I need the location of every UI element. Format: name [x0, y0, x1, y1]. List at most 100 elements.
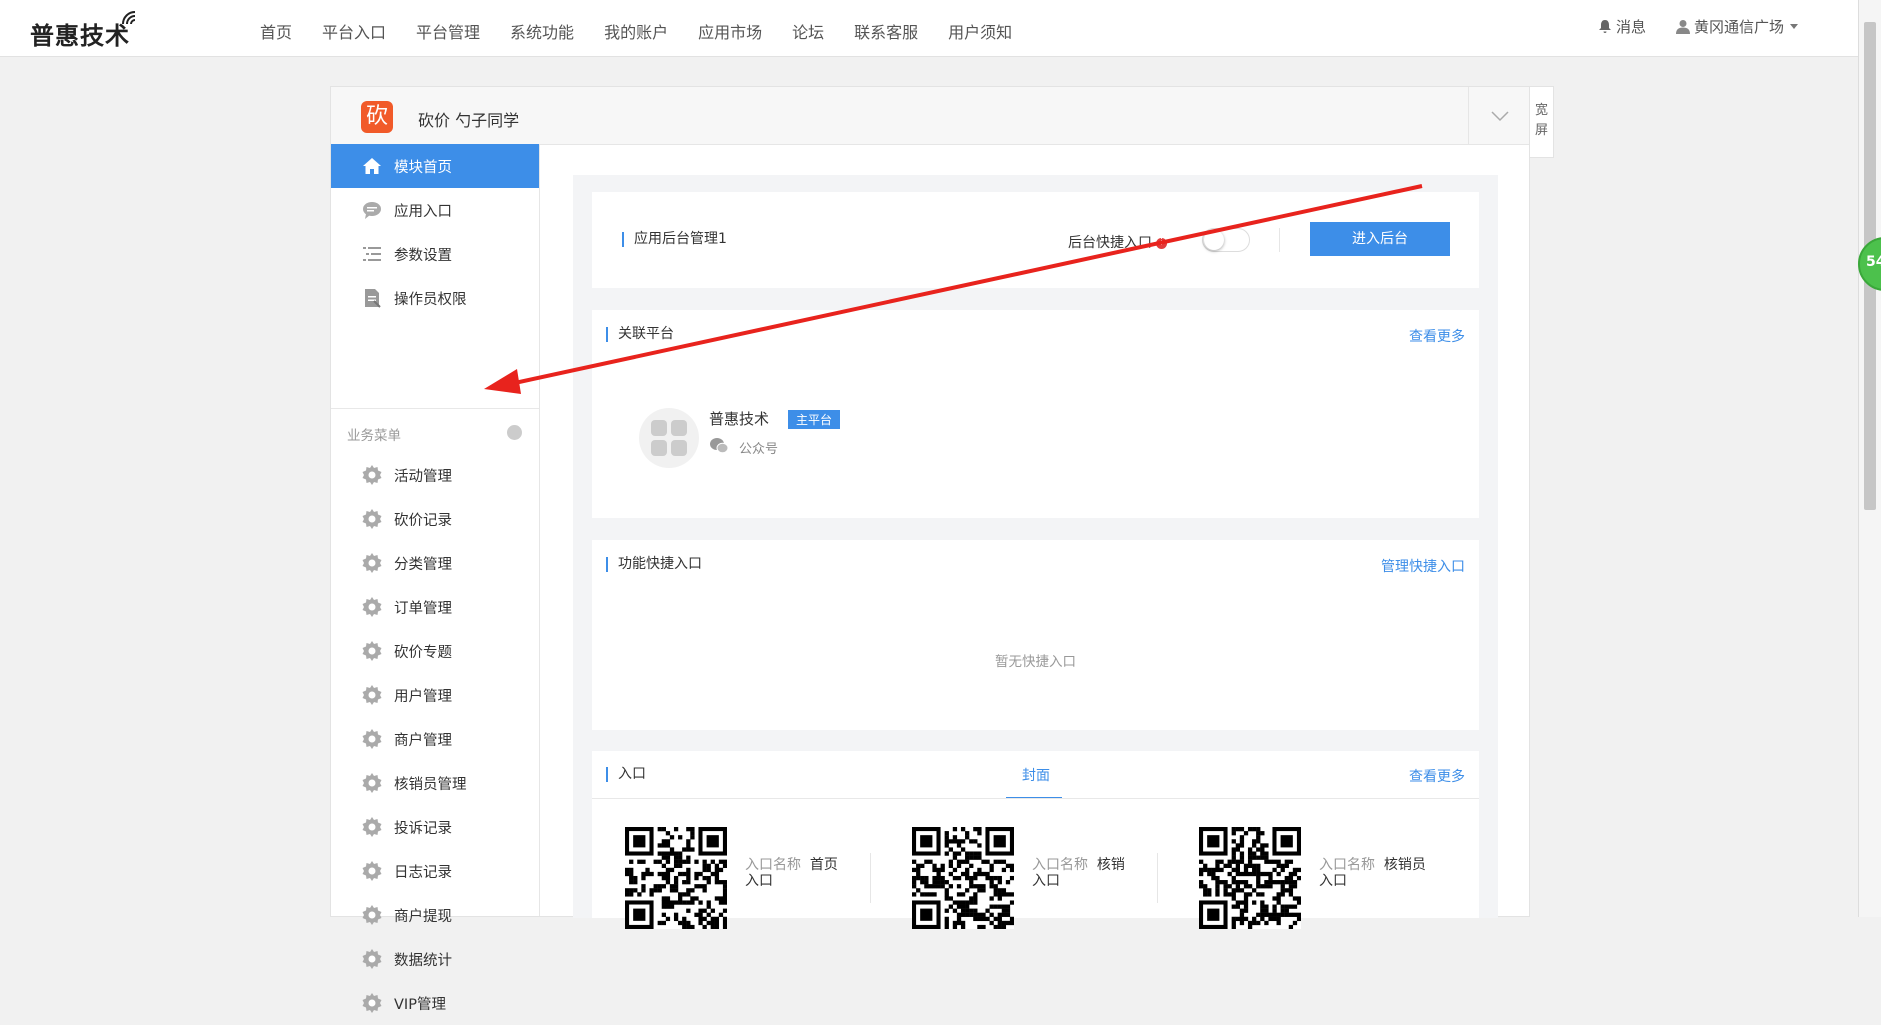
nav-platform-entry[interactable]: 平台入口 [322, 19, 386, 43]
backend-title: 应用后台管理1 [622, 232, 727, 247]
entry-label: 入口名称 核销员 入口 [1319, 857, 1426, 889]
nav-platform-manage[interactable]: 平台管理 [416, 19, 480, 43]
sidebar-business-item[interactable]: 砍价记录 [331, 497, 539, 541]
sidebar-item-operator[interactable]: 操作员权限 [331, 276, 539, 320]
widescreen-toggle[interactable]: 宽 屏 [1530, 86, 1554, 158]
sidebar-item-label: 参数设置 [394, 248, 452, 264]
collapse-button[interactable] [1468, 87, 1530, 144]
entry-name-key: 入口名称 [745, 857, 801, 873]
divider [1279, 228, 1280, 252]
sidebar-item-label: 订单管理 [394, 601, 452, 617]
sidebar-item-params[interactable]: 参数设置 [331, 232, 539, 276]
sidebar-business-item[interactable]: 分类管理 [331, 541, 539, 585]
shortcut-toggle[interactable] [1202, 228, 1250, 252]
nav-notice[interactable]: 用户须知 [948, 19, 1012, 43]
shortcut-label-text: 后台快捷入口 [1068, 235, 1152, 251]
sidebar-divider [331, 408, 539, 409]
empty-message: 暂无快捷入口 [995, 654, 1076, 670]
sidebar-item-label: 数据统计 [394, 953, 452, 969]
gear-icon [362, 509, 382, 529]
backend-card: 应用后台管理1 后台快捷入口 i 进入后台 [592, 192, 1479, 288]
module-header: 砍 砍价 勺子同学 [331, 87, 1529, 145]
entry-separator [1157, 853, 1158, 903]
brand-logo[interactable]: 普惠技术 [30, 16, 130, 51]
bell-icon [1599, 20, 1611, 33]
manage-shortcut-link[interactable]: 管理快捷入口 [1381, 556, 1465, 576]
quick-title: 功能快捷入口 [606, 557, 702, 572]
gear-icon [362, 729, 382, 749]
nav-app-market[interactable]: 应用市场 [698, 19, 762, 43]
wechat-icon [710, 438, 729, 454]
platform-avatar[interactable] [639, 408, 699, 468]
sidebar-business-item[interactable]: VIP管理 [331, 981, 539, 1025]
toggle-knob [1204, 230, 1224, 250]
vertical-scrollbar[interactable] [1858, 0, 1881, 917]
sidebar-business-item[interactable]: 砍价专题 [331, 629, 539, 673]
sidebar-item-label: 用户管理 [394, 689, 452, 705]
entry-name-key: 入口名称 [1319, 857, 1375, 873]
gear-icon [362, 641, 382, 661]
sidebar-business-item[interactable]: 商户管理 [331, 717, 539, 761]
entry-label: 入口名称 核销 入口 [1032, 857, 1125, 889]
sidebar-business-item[interactable]: 用户管理 [331, 673, 539, 717]
messages-link[interactable]: 消息 [1598, 16, 1646, 37]
sidebar-item-app-entry[interactable]: 应用入口 [331, 188, 539, 232]
entry-label: 入口名称 首页 入口 [745, 857, 838, 889]
platform-name[interactable]: 普惠技术 [709, 408, 769, 429]
entry-title: 入口 [606, 767, 646, 782]
sidebar-business-item[interactable]: 数据统计 [331, 937, 539, 981]
gear-icon [362, 553, 382, 573]
sidebar-item-label: 商户管理 [394, 733, 452, 749]
nav-support[interactable]: 联系客服 [854, 19, 918, 43]
related-more-link[interactable]: 查看更多 [1409, 326, 1465, 346]
related-title: 关联平台 [606, 327, 674, 342]
user-icon [1676, 20, 1691, 34]
main-nav: 首页 平台入口 平台管理 系统功能 我的账户 应用市场 论坛 联系客服 用户须知 [260, 19, 1042, 43]
shortcut-label: 后台快捷入口 i [1068, 232, 1167, 252]
entry-more-link[interactable]: 查看更多 [1409, 766, 1465, 786]
enter-backend-button[interactable]: 进入后台 [1310, 222, 1450, 256]
chat-icon [363, 202, 381, 219]
user-name: 黄冈通信广场 [1694, 18, 1785, 36]
gear-icon [362, 905, 382, 925]
qr-code-image [625, 827, 727, 929]
signal-icon [122, 11, 136, 25]
sidebar-business-item[interactable]: 订单管理 [331, 585, 539, 629]
apps-icon [651, 420, 687, 456]
entry-name-suffix: 入口 [1032, 873, 1060, 889]
sidebar-business-item[interactable]: 投诉记录 [331, 805, 539, 849]
sidebar-business-item[interactable]: 日志记录 [331, 849, 539, 893]
user-menu[interactable]: 黄冈通信广场 [1676, 16, 1799, 37]
nav-system[interactable]: 系统功能 [510, 19, 574, 43]
nav-account[interactable]: 我的账户 [604, 19, 668, 43]
sidebar-business-item[interactable]: 核销员管理 [331, 761, 539, 805]
sidebar-item-module-home[interactable]: 模块首页 [331, 144, 539, 188]
gear-icon [362, 597, 382, 617]
entry-card: 入口 封面 查看更多 入口名称 首页 入口 入口名称 核销 入口 入口名称 核销员入… [592, 751, 1479, 929]
sidebar-item-label: 操作员权限 [394, 292, 467, 308]
tab-cover[interactable]: 封面 [1022, 765, 1050, 785]
nav-home[interactable]: 首页 [260, 19, 292, 43]
gear-icon [362, 773, 382, 793]
list-icon [363, 247, 381, 261]
sidebar-item-label: 模块首页 [394, 160, 452, 176]
gear-icon [362, 949, 382, 969]
sidebar-item-label: 砍价记录 [394, 513, 452, 529]
info-icon[interactable]: i [1156, 237, 1167, 249]
group-toggle-dot[interactable] [507, 425, 522, 440]
sidebar-item-label: 活动管理 [394, 469, 452, 485]
document-icon [365, 289, 381, 308]
entry-name-suffix: 入口 [1319, 873, 1347, 889]
top-navbar: 普惠技术 首页 平台入口 平台管理 系统功能 我的账户 应用市场 论坛 联系客服… [0, 0, 1858, 57]
sidebar: 模块首页 应用入口 参数设置 操作员权限 业务菜单 活动管理 砍价记录 分类管理 订单… [331, 144, 540, 1013]
messages-label: 消息 [1616, 18, 1647, 36]
platform-type: 公众号 [739, 442, 779, 457]
gear-icon [362, 817, 382, 837]
app-icon: 砍 [361, 101, 393, 133]
tab-divider [592, 798, 1479, 799]
sidebar-business-item[interactable]: 活动管理 [331, 453, 539, 497]
sidebar-business-item[interactable]: 商户提现 [331, 893, 539, 937]
nav-forum[interactable]: 论坛 [792, 19, 824, 43]
sidebar-item-label: 商户提现 [394, 909, 452, 925]
qr-code-image [1199, 827, 1301, 929]
